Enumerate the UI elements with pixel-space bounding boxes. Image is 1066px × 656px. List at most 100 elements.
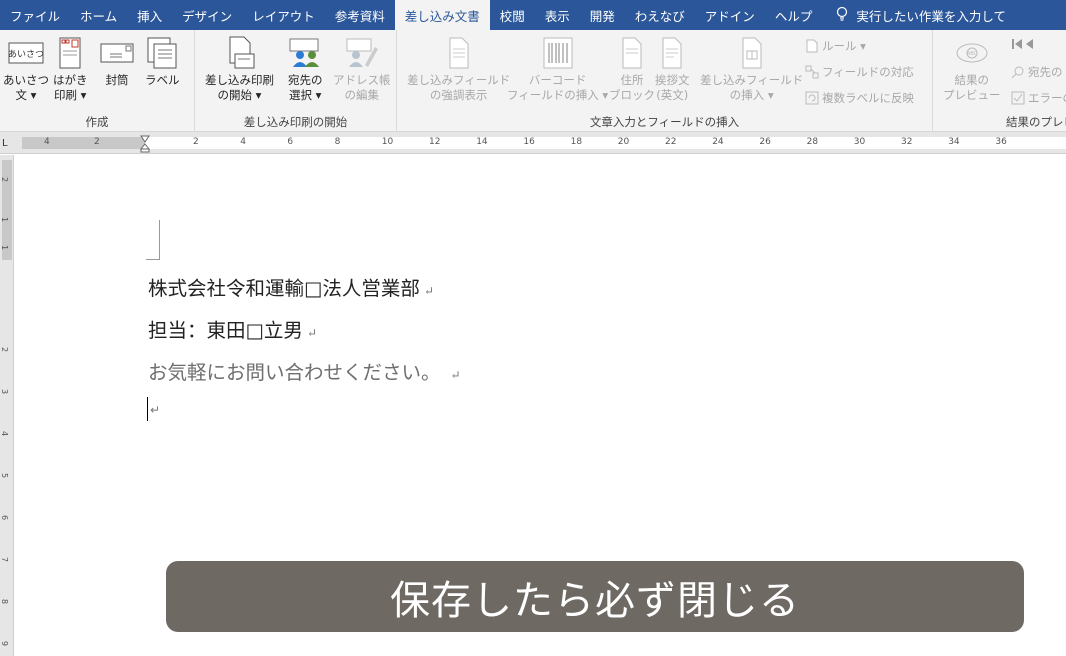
postcard-label-2: 印刷 ▾ — [54, 88, 87, 102]
find-recipient-button[interactable]: 宛先の — [1011, 64, 1063, 80]
insert-field-label-2: の挿入 ▾ — [729, 88, 774, 102]
greeting-line-button[interactable]: 挨拶文 (英文) — [655, 36, 690, 103]
vruler-number: 9 — [0, 640, 10, 647]
vertical-ruler[interactable]: 2 1 1 2 3 4 5 6 7 8 9 — [0, 155, 14, 656]
greeting-card-icon: あいさつ — [8, 36, 44, 70]
tab-help[interactable]: ヘルプ — [765, 0, 823, 30]
barcode-field-button[interactable]: バーコード フィールドの挿入 ▾ — [507, 36, 608, 103]
ruler-number: 10 — [381, 137, 394, 147]
doc-line-company[interactable]: 株式会社令和運輸□法人営業部 ↵ — [148, 272, 434, 301]
tab-references[interactable]: 参考資料 — [325, 0, 395, 30]
edit-recipient-list-button[interactable]: アドレス帳 の編集 — [333, 36, 391, 103]
doc-line-inquiry[interactable]: お気軽にお問い合わせください。 ↵ — [148, 356, 461, 385]
tab-waenavi[interactable]: わえなび — [625, 0, 695, 30]
tab-insert[interactable]: 挿入 — [127, 0, 172, 30]
vruler-number: 6 — [0, 514, 10, 521]
tab-file[interactable]: ファイル — [0, 0, 70, 30]
recipients-icon — [288, 36, 322, 70]
paragraph-mark: ↵ — [450, 368, 461, 382]
rules-button[interactable]: ルール ▾ — [805, 38, 866, 54]
insert-field-icon — [740, 36, 764, 70]
address-block-icon — [620, 36, 644, 70]
highlight-fields-button[interactable]: 差し込みフィールド の強調表示 — [407, 36, 510, 103]
tab-review[interactable]: 校閲 — [490, 0, 535, 30]
tab-design[interactable]: デザイン — [172, 0, 242, 30]
tab-selector[interactable]: L — [2, 138, 8, 149]
video-subtitle: 保存したら必ず閉じる — [166, 561, 1024, 632]
tab-layout[interactable]: レイアウト — [242, 0, 325, 30]
ruler-number: 4 — [44, 137, 50, 147]
ruler-number: 16 — [523, 137, 535, 147]
preview-label-2: プレビュー — [943, 88, 1001, 102]
preview-results-button[interactable]: ABC 結果の プレビュー — [943, 36, 1001, 103]
check-errors-button[interactable]: エラーの — [1011, 90, 1066, 106]
ruler-text-area — [145, 137, 1066, 149]
greeting-line-label-1: 挨拶文 — [655, 73, 690, 87]
postcard-print-button[interactable]: はがき 印刷 ▾ — [53, 36, 88, 103]
greeting-line-label-2: (英文) — [656, 88, 689, 102]
tab-home[interactable]: ホーム — [70, 0, 127, 30]
margin-corner-mark — [146, 220, 160, 260]
ruler-number: 6 — [287, 137, 294, 147]
lightbulb-icon — [836, 6, 848, 25]
tab-view[interactable]: 表示 — [535, 0, 580, 30]
labels-button[interactable]: ラベル — [145, 36, 180, 88]
tab-addins[interactable]: アドイン — [695, 0, 765, 30]
tell-me-box[interactable]: 実行したい作業を入力して — [822, 0, 1016, 30]
labels-label: ラベル — [145, 73, 180, 87]
ruler-margin-left — [22, 137, 145, 149]
vruler-number: 2 — [0, 176, 10, 183]
update-labels-button[interactable]: 複数ラベルに反映 — [805, 90, 914, 106]
group-start-merge: 差し込み印刷 の開始 ▾ 宛先の 選択 ▾ アドレス帳 の編集 差し込み印刷の開… — [195, 30, 397, 132]
tab-developer[interactable]: 開発 — [580, 0, 625, 30]
horizontal-ruler[interactable]: L 4 2 2 4 6 8 10 12 14 16 18 20 22 24 26 28 30 32 34 36 — [0, 132, 1066, 154]
find-recipient-icon — [1011, 65, 1025, 79]
highlight-fields-icon — [447, 36, 471, 70]
vruler-number: 5 — [0, 472, 10, 479]
preview-label-1: 結果の — [954, 73, 990, 87]
ruler-number: 34 — [948, 137, 960, 147]
preview-icon: ABC — [955, 36, 989, 70]
vruler-number: 1 — [0, 216, 10, 223]
doc-line-contact[interactable]: 担当：東田□立男 ↵ — [148, 314, 317, 343]
greeting-button[interactable]: あいさつ あいさつ 文 ▾ — [3, 36, 49, 103]
tell-me-text: 実行したい作業を入力して — [856, 8, 1006, 24]
vruler-number: 1 — [0, 244, 10, 251]
company-text: 株式会社令和運輸□法人営業部 — [148, 277, 420, 300]
ruler-number: 8 — [334, 137, 341, 147]
postcard-icon — [58, 36, 82, 70]
select-recipients-button[interactable]: 宛先の 選択 ▾ — [288, 36, 323, 103]
vruler-number: 2 — [0, 346, 10, 353]
ruler-number: 28 — [806, 137, 819, 147]
document-icon — [225, 36, 255, 70]
ribbon-tab-bar: ファイル ホーム 挿入 デザイン レイアウト 参考資料 差し込み文書 校閲 表示… — [0, 0, 1066, 30]
edit-list-label-2: の編集 — [344, 88, 380, 102]
select-recipients-label-2: 選択 ▾ — [289, 88, 322, 102]
first-record-button[interactable] — [1011, 38, 1037, 53]
update-labels-label: 複数ラベルに反映 — [822, 91, 914, 105]
insert-merge-field-button[interactable]: 差し込みフィールド の挿入 ▾ — [700, 36, 803, 103]
group-preview-label: 結果のプレビュー — [1006, 115, 1066, 129]
address-block-button[interactable]: 住所 ブロック — [609, 36, 655, 103]
envelope-button[interactable]: 封筒 — [100, 36, 134, 88]
check-errors-label: エラーの — [1028, 91, 1066, 105]
ruler-number: 24 — [712, 137, 724, 147]
address-label-1: 住所 — [620, 73, 644, 87]
indent-marker[interactable] — [139, 135, 151, 157]
inquiry-text: お気軽にお問い合わせください。 — [148, 361, 441, 384]
greeting-line-icon — [660, 36, 684, 70]
ruler-number: 14 — [476, 137, 488, 147]
ruler-number: 2 — [193, 137, 199, 147]
find-recipient-label: 宛先の — [1028, 65, 1063, 79]
barcode-label-2: フィールドの挿入 ▾ — [507, 88, 609, 102]
start-mail-merge-button[interactable]: 差し込み印刷 の開始 ▾ — [205, 36, 274, 103]
group-write-insert: 差し込みフィールド の強調表示 バーコード フィールドの挿入 ▾ 住所 ブロック… — [397, 30, 933, 132]
tab-mailings[interactable]: 差し込み文書 — [394, 0, 490, 30]
start-merge-label-2: の開始 ▾ — [217, 88, 262, 102]
paragraph-mark: ↵ — [306, 326, 317, 340]
contact-text: 担当：東田□立男 — [148, 319, 303, 342]
group-create: あいさつ あいさつ 文 ▾ はがき 印刷 ▾ 封筒 ラベル 作成 — [0, 30, 195, 132]
match-fields-button[interactable]: フィールドの対応 — [805, 64, 914, 80]
vruler-number: 4 — [0, 430, 10, 437]
ruler-number: 12 — [429, 137, 441, 147]
